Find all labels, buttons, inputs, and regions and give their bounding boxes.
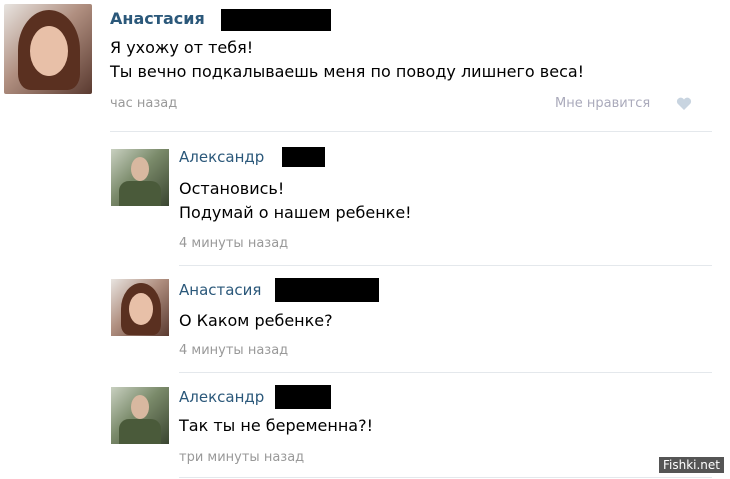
reply-avatar[interactable] — [111, 387, 169, 444]
redacted-surname — [275, 278, 379, 302]
reply-text-line-2: Подумай о нашем ребенке! — [179, 203, 412, 222]
divider — [179, 477, 712, 478]
reply-author-name[interactable]: Александр — [179, 388, 264, 406]
reply-timestamp[interactable]: три минуты назад — [179, 450, 304, 465]
reply-text-line-1: Так ты не беременна?! — [179, 416, 374, 435]
reply-timestamp[interactable]: 4 минуты назад — [179, 343, 288, 358]
redacted-surname — [282, 147, 325, 167]
redacted-surname — [275, 385, 331, 409]
reply-timestamp[interactable]: 4 минуты назад — [179, 236, 288, 251]
reply-text-line-1: Остановись! — [179, 179, 285, 198]
reply-author-name[interactable]: Александр — [179, 148, 264, 166]
post-timestamp[interactable]: час назад — [110, 96, 177, 111]
divider — [179, 265, 712, 266]
divider — [110, 131, 712, 132]
divider — [179, 372, 712, 373]
reply-avatar[interactable] — [111, 279, 169, 336]
reply-avatar[interactable] — [111, 149, 169, 206]
redacted-surname — [221, 9, 331, 31]
post-text-line-2: Ты вечно подкалываешь меня по поводу лиш… — [110, 62, 585, 81]
post-text-line-1: Я ухожу от тебя! — [110, 38, 254, 57]
author-avatar[interactable] — [4, 4, 92, 94]
heart-icon[interactable] — [676, 97, 692, 111]
reply-text-line-1: О Каком ребенке? — [179, 311, 333, 330]
watermark: Fishki.net — [658, 457, 724, 473]
reply-author-name[interactable]: Анастасия — [179, 281, 261, 299]
author-name[interactable]: Анастасия — [110, 9, 205, 28]
like-button[interactable]: Мне нравится — [555, 96, 650, 111]
